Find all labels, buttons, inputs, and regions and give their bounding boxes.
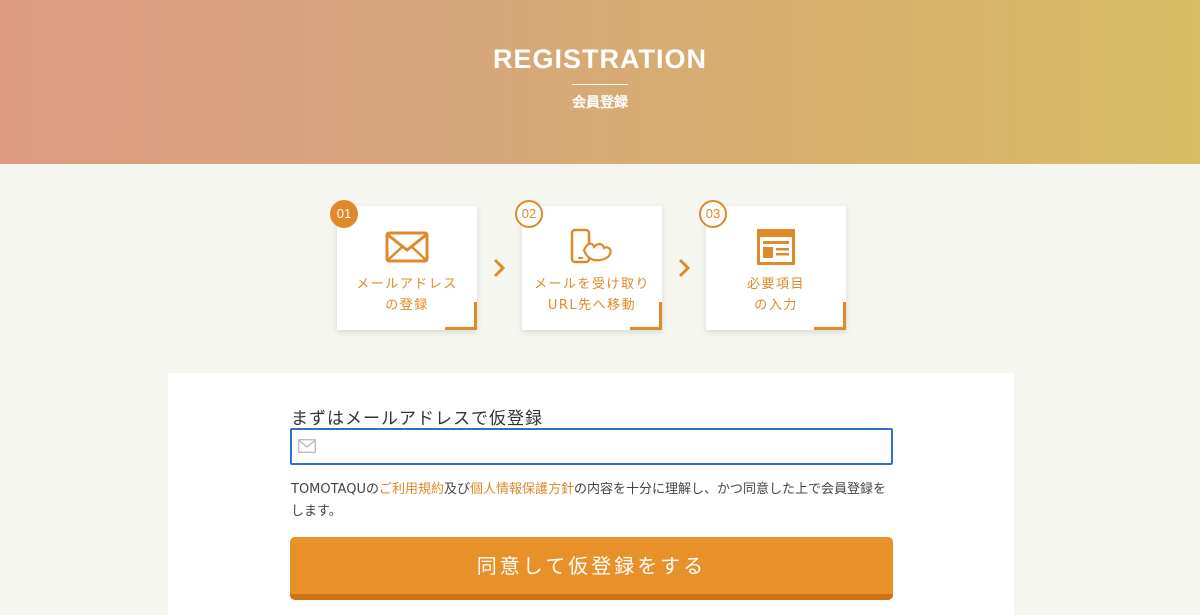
page-header-banner: REGISTRATION 会員登録 xyxy=(0,0,1200,164)
step-card-input-fields: 03 必要項目 の入力 xyxy=(699,200,846,330)
card-corner-accent xyxy=(814,302,846,330)
form-document-icon xyxy=(757,229,795,265)
privacy-policy-link[interactable]: 個人情報保護方針 xyxy=(470,482,574,497)
envelope-icon xyxy=(385,231,429,263)
agree-and-register-button[interactable]: 同意して仮登録をする xyxy=(290,537,893,600)
step-number-badge: 03 xyxy=(699,200,727,228)
email-input[interactable] xyxy=(322,430,886,465)
email-field-label: まずはメールアドレスで仮登録 xyxy=(291,409,543,429)
terms-text-middle: 及び xyxy=(443,482,470,497)
step-label-line: メールを受け取り xyxy=(533,277,650,292)
phone-tap-icon xyxy=(570,228,612,264)
step-card-email-registration: 01 メールアドレス の登録 xyxy=(330,200,477,330)
chevron-right-icon xyxy=(678,258,691,278)
page-subtitle: 会員登録 xyxy=(572,95,628,111)
email-field-container[interactable] xyxy=(290,428,893,465)
step-label-line: 必要項目 xyxy=(746,277,805,292)
card-corner-accent xyxy=(630,302,662,330)
mail-icon xyxy=(298,439,316,453)
terms-agreement-text: TOMOTAQUのご利用規約及び個人情報保護方針の内容を十分に理解し、かつ同意し… xyxy=(291,479,893,523)
title-divider xyxy=(572,84,628,85)
card-corner-accent xyxy=(445,302,477,330)
step-card-open-url: 02 メールを受け取り URL先へ移動 xyxy=(515,200,662,330)
step-number-badge: 02 xyxy=(515,200,543,228)
terms-text-prefix: TOMOTAQUの xyxy=(291,482,379,497)
chevron-right-icon xyxy=(493,258,506,278)
step-label-line: メールアドレス xyxy=(356,277,458,292)
terms-of-use-link[interactable]: ご利用規約 xyxy=(379,482,444,497)
step-number-badge: 01 xyxy=(330,200,358,228)
page-title: REGISTRATION xyxy=(493,44,707,74)
